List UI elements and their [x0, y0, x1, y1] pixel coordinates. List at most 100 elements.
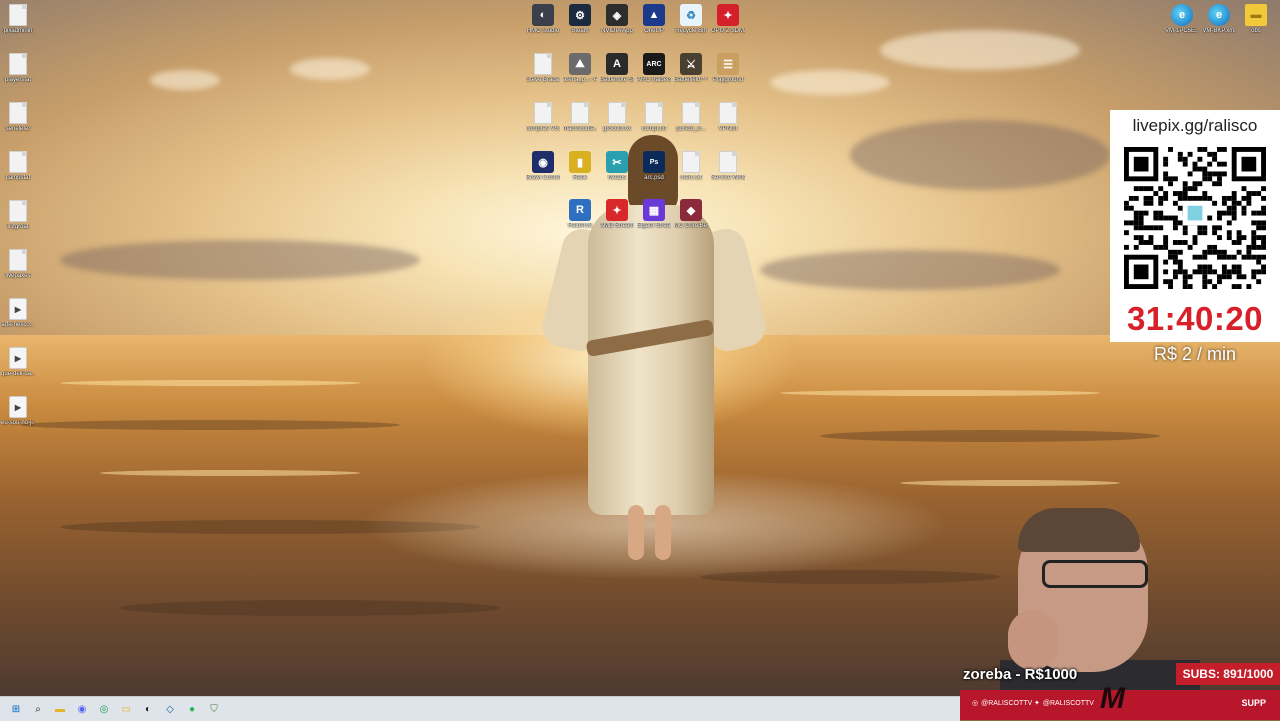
desktop-icon-file[interactable]: serieleter: [1, 102, 35, 133]
desktop-icon[interactable]: ARC ARC Raiders: [637, 53, 671, 84]
desktop-icon[interactable]: ♻ Recycle Bin: [674, 4, 708, 35]
text-file-icon: [9, 200, 27, 222]
desktop-icon[interactable]: ▮ Rask: [563, 151, 597, 182]
desktop-icon-label: campstat: [5, 175, 31, 181]
desktop-icon-label: Steam: [571, 28, 589, 34]
desktop-icon[interactable]: ✂ Meads: [600, 151, 634, 182]
desktop-icon-label: VM-BKP.xml: [1202, 28, 1236, 34]
desktop-icon-label: ARC Raiders: [637, 77, 671, 83]
desktop-icon[interactable]: e VM-1PC5E...: [1165, 4, 1199, 35]
obs-icon[interactable]: ◐: [140, 701, 156, 717]
photoshop-icon: Ps: [643, 151, 665, 173]
livepix-panel: livepix.gg/ralisco 31:40:20: [1110, 110, 1280, 342]
desktop-icon-label: arena_p...- Atalho: [563, 77, 597, 83]
desktop-icon-video[interactable]: ▶ arte-nesco...: [1, 298, 35, 329]
text-file-icon: [9, 4, 27, 26]
desktop-icon[interactable]: ▲ OneUP: [637, 4, 671, 35]
livepix-url: livepix.gg/ralisco: [1132, 116, 1258, 135]
desktop-icon-label: AMD Stream Master: [600, 223, 634, 229]
shield-icon[interactable]: ⛉: [206, 701, 222, 717]
desktop-icon-label: grocolo.txt: [603, 126, 631, 132]
desktop-icon-file[interactable]: pixadminin: [1, 4, 35, 35]
desktop-icon[interactable]: polsdo_d...: [674, 102, 708, 133]
desktop-icon[interactable]: ▬ obs: [1239, 4, 1273, 35]
file-icon: [534, 102, 552, 124]
search-icon[interactable]: ⌕: [30, 701, 46, 717]
gpuz-icon: ✦: [717, 4, 739, 26]
edge-icon: e: [1208, 4, 1230, 26]
amd-icon: ✦: [606, 199, 628, 221]
desktop-icon[interactable]: A Battlenote Stance I...: [600, 53, 634, 84]
recycle-bin-icon: ♻: [680, 4, 702, 26]
desktop-icon[interactable]: R Raiders3: [563, 199, 597, 230]
desktop-icon[interactable]: ⚔ Battlefield™ 6: [674, 53, 708, 84]
desktop-icon[interactable]: ✦ GPU-Z 3DMarkvdo: [711, 4, 745, 35]
desktop-icon-label: compras VS.txt: [526, 126, 560, 132]
file-icon: [608, 102, 626, 124]
desktop-icon-label: Meads: [607, 175, 626, 181]
donation-alert: zoreba - R$1000: [963, 666, 1078, 683]
folder-icon[interactable]: ▭: [118, 701, 134, 717]
desktop-icon-label: NVIDIA App: [601, 28, 633, 34]
desktop-icon-video[interactable]: ▶ eu-sou-no-ji...: [1, 396, 35, 427]
desktop-icon-label: Brawl Control: [526, 175, 560, 181]
file-explorer-icon[interactable]: ▬: [52, 701, 68, 717]
brawl-icon: ◉: [532, 151, 554, 173]
desktop-icon[interactable]: compt.txt: [637, 102, 671, 133]
desktop-icon[interactable]: ⛰ arena_p...- Atalho: [563, 53, 597, 84]
channel-logo: M: [1100, 682, 1125, 715]
file-icon: [571, 102, 589, 124]
hmc-studio-icon: ◐: [532, 4, 554, 26]
desktop-icon-file[interactable]: livepaxes: [1, 249, 35, 280]
file-icon: [645, 102, 663, 124]
desktop-icon[interactable]: ✦ AMD Stream Master: [600, 199, 634, 230]
qr-code: [1124, 147, 1266, 289]
desktop-icon[interactable]: macrocodia...: [563, 102, 597, 133]
desktop-icon[interactable]: e VM-BKP.xml: [1202, 4, 1236, 35]
chrome-icon[interactable]: ◎: [96, 701, 112, 717]
desktop-icon[interactable]: ⚙ Steam: [563, 4, 597, 35]
desktop-icon-label: livepaxes: [5, 273, 31, 279]
desktop-icon-label: Battlefield™ 6: [674, 77, 708, 83]
desktop-icon-file[interactable]: listgroat: [1, 200, 35, 231]
desktop-icon[interactable]: ◐ HMC Studio: [526, 4, 560, 35]
desktop-icon-video[interactable]: ▶ que-deli-da...: [1, 347, 35, 378]
desktop-icon-file[interactable]: campstat: [1, 151, 35, 182]
desktop-icon[interactable]: ☰ Playground: [711, 53, 745, 84]
desktop-icon-file[interactable]: playerstat: [1, 53, 35, 84]
raiders-icon: R: [569, 199, 591, 221]
edge-icon: e: [1171, 4, 1193, 26]
desktop-icon[interactable]: ◆ MC Core Bessol: [674, 199, 708, 230]
desktop-icon[interactable]: grocolo.txt: [600, 102, 634, 133]
spotify-icon[interactable]: ●: [184, 701, 200, 717]
mc-core-icon: ◆: [680, 199, 702, 221]
instagram-handle: @RALISCOTTV: [981, 699, 1033, 707]
desktop-icon-label: playerstat: [4, 77, 31, 83]
desktop-icon[interactable]: ◈ NVIDIA App: [600, 4, 634, 35]
desktop-icon-label: que-deli-da...: [1, 371, 35, 377]
video-file-icon: ▶: [9, 347, 27, 369]
desktop-icon[interactable]: Ps arc.psd: [637, 151, 671, 182]
desktop-icon[interactable]: VPNtxt: [711, 102, 745, 133]
battle-icon: A: [606, 53, 628, 75]
desktop-icon[interactable]: ▦ Elgato Stream Deck: [637, 199, 671, 230]
desktop-icon[interactable]: Service Writer: [711, 151, 745, 182]
arc-raiders-icon: ARC: [643, 53, 665, 75]
desktop-icon-label: MC Core Bessol: [674, 223, 708, 229]
desktop-icon[interactable]: compras VS.txt: [526, 102, 560, 133]
desktop-icon-label: obs: [1251, 28, 1261, 34]
vscode-icon[interactable]: ◇: [162, 701, 178, 717]
desktop-icon-label: Rask: [573, 175, 587, 181]
text-file-icon: [9, 249, 27, 271]
discord-icon[interactable]: ◉: [74, 701, 90, 717]
subs-goal-badge: SUBS: 891/1000: [1176, 663, 1280, 685]
desktop-icon[interactable]: ◉ Brawl Control: [526, 151, 560, 182]
desktop-icon[interactable]: Steve Brada...: [526, 53, 560, 84]
windows-start-icon[interactable]: ⊞: [8, 701, 24, 717]
desktop-icon-label: VM-1PC5E...: [1165, 28, 1199, 34]
taskbar: ⊞ ⌕ ▬ ◉ ◎ ▭ ◐ ◇ ● ⛉: [0, 696, 960, 721]
video-file-icon: ▶: [9, 298, 27, 320]
desktop-icon[interactable]: merc.txt: [674, 151, 708, 182]
file-icon: [534, 53, 552, 75]
desktop-icon-label: arc.psd: [644, 175, 664, 181]
